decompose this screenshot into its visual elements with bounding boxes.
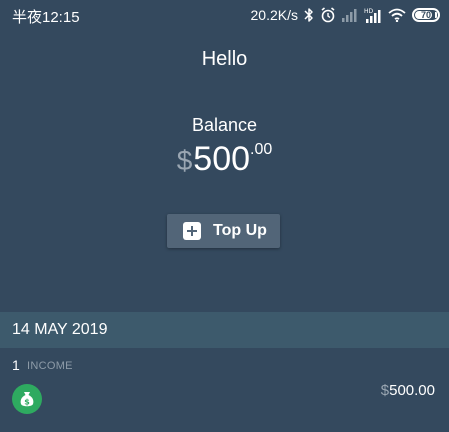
network-speed: 20.2K/s	[250, 7, 298, 23]
balance-amount: $500.00	[0, 140, 449, 179]
balance-cents: .00	[250, 141, 273, 158]
bluetooth-icon	[304, 7, 314, 23]
hd-signal-icon: HD	[364, 7, 382, 23]
top-up-button[interactable]: Top Up	[167, 214, 280, 248]
date-label: 14 MAY 2019	[12, 321, 108, 338]
greeting-text: Hello	[201, 48, 248, 70]
status-bar: 半夜12:15 20.2K/s HD 70	[0, 0, 449, 30]
svg-text:HD: HD	[364, 8, 374, 15]
battery-level: 70	[420, 10, 431, 20]
alarm-icon	[320, 7, 336, 23]
balance-label: Balance	[191, 115, 258, 135]
signal-icon	[342, 8, 358, 22]
transaction-amount: $500.00	[381, 382, 435, 399]
wifi-icon	[388, 8, 406, 22]
balance-main-value: 500	[193, 140, 251, 178]
transaction-row[interactable]: 1 INCOME $ $500.00	[0, 348, 449, 432]
top-up-label: Top Up	[213, 222, 267, 239]
balance-currency: $	[176, 145, 193, 176]
battery-icon: 70	[412, 8, 440, 22]
status-time: 半夜12:15	[12, 9, 80, 26]
transaction-currency: $	[380, 382, 390, 399]
transaction-count: 1	[12, 357, 20, 373]
svg-text:$: $	[24, 398, 30, 407]
plus-square-icon	[183, 222, 201, 240]
transaction-type: INCOME	[27, 360, 73, 372]
money-bag-icon: $	[12, 384, 42, 414]
transaction-value: 500.00	[389, 382, 435, 399]
status-icons: 20.2K/s HD 70	[250, 5, 440, 25]
date-section-header: 14 MAY 2019	[0, 312, 449, 348]
